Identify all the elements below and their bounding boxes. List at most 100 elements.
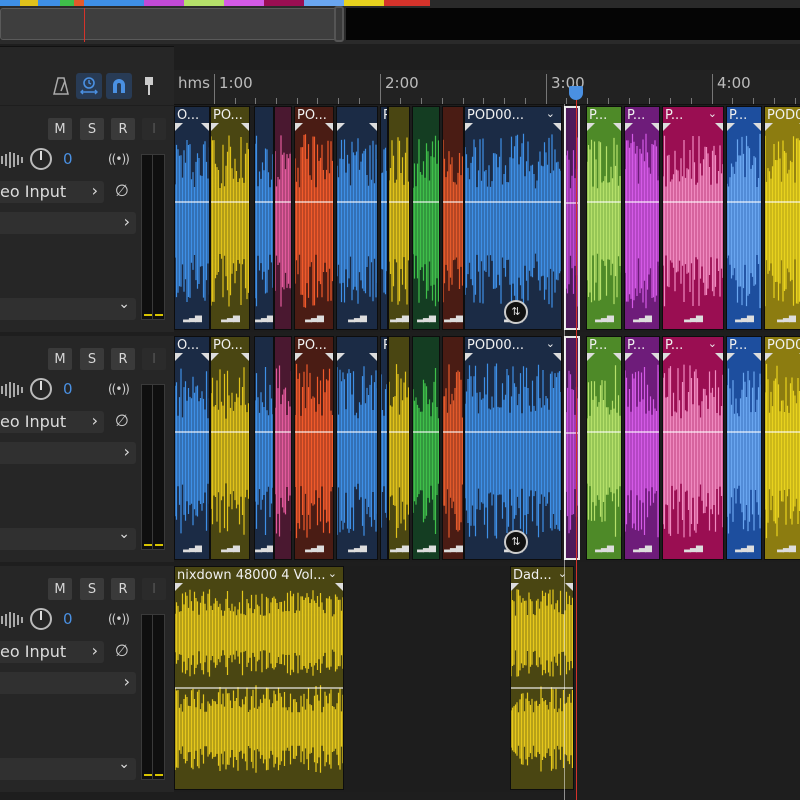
clip-gain-line[interactable]: [295, 431, 333, 433]
fade-out-handle[interactable]: [613, 123, 621, 131]
fade-in-handle[interactable]: [765, 123, 773, 131]
fade-out-handle[interactable]: [201, 123, 209, 131]
fade-out-handle[interactable]: [613, 353, 621, 361]
clip-gain-line[interactable]: [663, 201, 723, 203]
fade-in-handle[interactable]: [765, 353, 773, 361]
chevron-down-icon[interactable]: ⌄: [708, 107, 717, 120]
track-output-select[interactable]: ›: [0, 442, 136, 464]
solo-button[interactable]: S: [80, 578, 104, 600]
audio-clip[interactable]: ▂▃▅: [388, 106, 410, 330]
audio-clip[interactable]: P... ▂▃▅: [586, 106, 622, 330]
chevron-down-icon[interactable]: ⌄: [708, 337, 717, 350]
clip-gain-line[interactable]: [587, 201, 621, 203]
fade-out-handle[interactable]: [651, 123, 659, 131]
clip-gain-line[interactable]: [337, 201, 377, 203]
clip-gain-line[interactable]: [413, 201, 439, 203]
loop-playback-icon[interactable]: [76, 73, 102, 99]
record-arm-button[interactable]: R: [111, 578, 135, 600]
audio-clip[interactable]: P... ▂▃▅: [726, 106, 762, 330]
input-monitor-button[interactable]: I: [142, 348, 166, 370]
clip-gain-line[interactable]: [389, 431, 409, 433]
track-effects-dropdown[interactable]: ⌄: [0, 756, 136, 780]
audio-clip[interactable]: ▂▃▅: [254, 336, 274, 560]
clip-gain-line[interactable]: [255, 201, 273, 203]
fade-in-handle[interactable]: [625, 123, 633, 131]
audio-clip[interactable]: POD00...⌄▂▃▅: [464, 106, 562, 330]
track-input-select[interactable]: eo Input ›: [0, 641, 104, 663]
clip-gain-line[interactable]: [211, 431, 249, 433]
audio-clip[interactable]: ▂▃▅: [336, 336, 378, 560]
fade-in-handle[interactable]: [337, 123, 345, 131]
clip-gain-line[interactable]: [625, 431, 659, 433]
fade-out-handle[interactable]: [753, 353, 761, 361]
fade-out-handle[interactable]: [201, 353, 209, 361]
input-monitor-button[interactable]: I: [142, 118, 166, 140]
time-stretch-icon[interactable]: ⇅: [504, 300, 528, 324]
fade-out-handle[interactable]: [369, 123, 377, 131]
audio-clip[interactable]: PO... ▂▃▅: [294, 106, 334, 330]
mute-button[interactable]: M: [48, 348, 72, 370]
fade-in-handle[interactable]: [465, 353, 473, 361]
phase-invert-icon[interactable]: ∅: [110, 641, 134, 663]
volume-value[interactable]: 0: [63, 150, 73, 168]
overview-range-handle[interactable]: [334, 6, 344, 42]
input-monitor-button[interactable]: I: [142, 578, 166, 600]
track-output-select[interactable]: ›: [0, 672, 136, 694]
track-output-select[interactable]: ›: [0, 212, 136, 234]
audio-clip[interactable]: PO... ▂▃▅: [210, 106, 250, 330]
audio-clip[interactable]: PO... ▂▃▅: [294, 336, 334, 560]
audio-clip[interactable]: PO... ▂▃▅: [210, 336, 250, 560]
fade-in-handle[interactable]: [175, 583, 183, 591]
fade-in-handle[interactable]: [587, 123, 595, 131]
clip-gain-line[interactable]: [275, 201, 291, 203]
audio-clip[interactable]: PO...: [380, 336, 388, 560]
clip-gain-line[interactable]: [275, 431, 291, 433]
solo-button[interactable]: S: [80, 348, 104, 370]
fade-out-handle[interactable]: [241, 123, 249, 131]
track-effects-dropdown[interactable]: ⌄: [0, 296, 136, 320]
fade-in-handle[interactable]: [337, 353, 345, 361]
track-lane[interactable]: O...▂▃▅PO...▂▃▅▂▃▅PO...▂▃▅▂▃▅PO...▂▃▅▂▃▅…: [174, 336, 800, 562]
clip-gain-line[interactable]: [413, 431, 439, 433]
fade-out-handle[interactable]: [325, 123, 333, 131]
clip-gain-line[interactable]: [295, 201, 333, 203]
time-stretch-icon[interactable]: ⇅: [504, 530, 528, 554]
fade-in-handle[interactable]: [727, 123, 735, 131]
stereo-pan-icon[interactable]: ((•)): [108, 152, 130, 166]
stereo-pan-icon[interactable]: ((•)): [108, 382, 130, 396]
audio-clip[interactable]: ▂▃▅: [254, 106, 274, 330]
clip-gain-line[interactable]: [175, 687, 343, 689]
phase-invert-icon[interactable]: ∅: [110, 181, 134, 203]
fade-out-handle[interactable]: [565, 583, 573, 591]
audio-clip[interactable]: P... ⌄ ▂▃▅: [662, 106, 724, 330]
fade-in-handle[interactable]: [511, 583, 519, 591]
audio-clip[interactable]: ▂▃▅: [442, 336, 464, 560]
audio-clip[interactable]: ▂▃▅: [442, 106, 464, 330]
volume-value[interactable]: 0: [63, 610, 73, 628]
fade-in-handle[interactable]: [663, 123, 671, 131]
fade-in-handle[interactable]: [211, 353, 219, 361]
clip-gain-line[interactable]: [175, 431, 209, 433]
clip-gain-line[interactable]: [389, 201, 409, 203]
clip-gain-line[interactable]: [765, 201, 800, 203]
clip-gain-line[interactable]: [381, 431, 387, 433]
audio-clip[interactable]: POD0 ▂▃▅: [764, 106, 800, 330]
audio-clip[interactable]: [564, 336, 580, 560]
audio-clip[interactable]: P... ▂▃▅: [624, 106, 660, 330]
volume-value[interactable]: 0: [63, 380, 73, 398]
fade-in-handle[interactable]: [663, 353, 671, 361]
volume-knob[interactable]: [30, 608, 52, 630]
track-lane[interactable]: O...▂▃▅PO...▂▃▅▂▃▅PO...▂▃▅▂▃▅PO...▂▃▅▂▃▅…: [174, 106, 800, 332]
clip-gain-line[interactable]: [765, 431, 800, 433]
clip-gain-line[interactable]: [727, 431, 761, 433]
audio-clip[interactable]: P... ▂▃▅: [624, 336, 660, 560]
audio-clip[interactable]: O... ▂▃▅: [174, 336, 210, 560]
audio-clip[interactable]: POD00...⌄▂▃▅: [464, 336, 562, 560]
clip-gain-line[interactable]: [587, 431, 621, 433]
snap-magnet-icon[interactable]: [106, 73, 132, 99]
chevron-down-icon[interactable]: ⌄: [546, 107, 555, 120]
pin-icon[interactable]: [136, 73, 162, 99]
fade-out-handle[interactable]: [715, 353, 723, 361]
clip-gain-line[interactable]: [465, 201, 561, 203]
audio-clip[interactable]: P... ⌄ ▂▃▅: [662, 336, 724, 560]
